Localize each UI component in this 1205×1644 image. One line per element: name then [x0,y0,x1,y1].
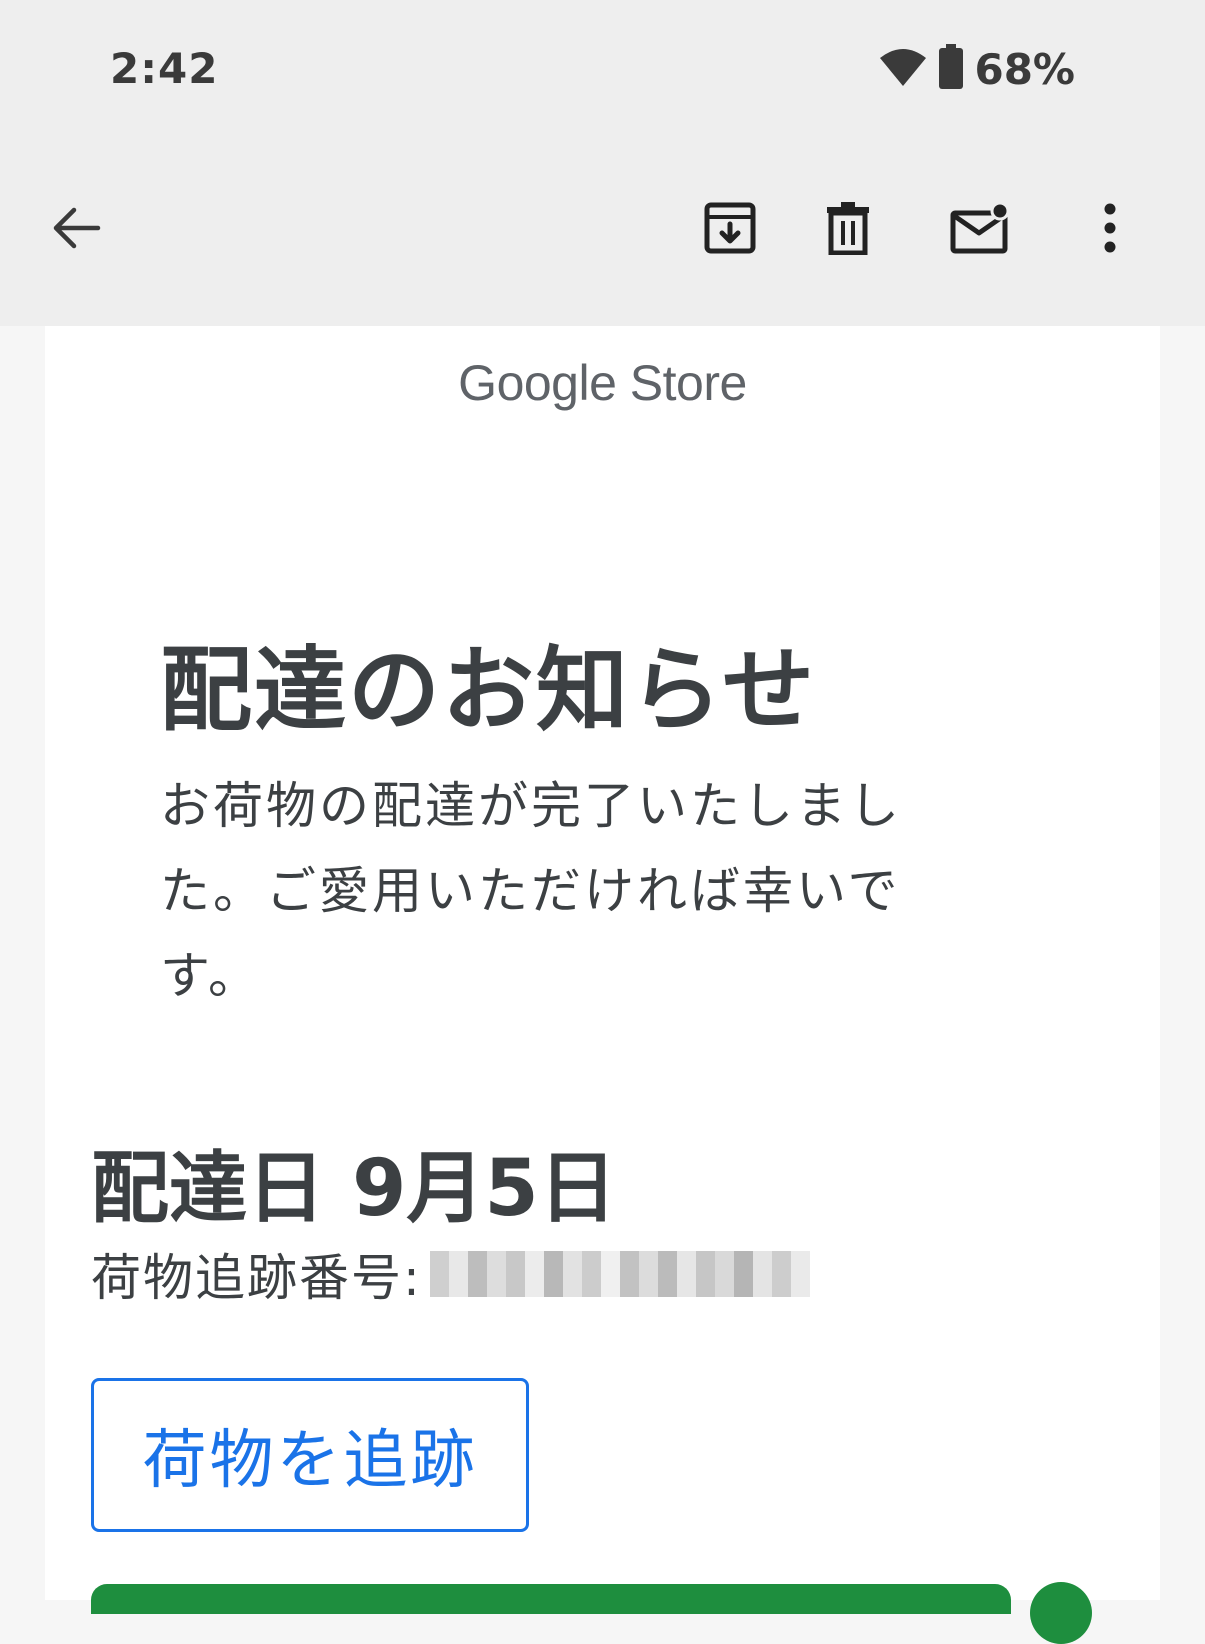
back-button[interactable] [36,190,116,270]
more-vert-icon [1102,203,1118,257]
more-options-button[interactable] [1070,190,1150,270]
status-time: 2:42 [110,44,219,93]
mark-unread-button[interactable] [940,190,1020,270]
track-package-button[interactable]: 荷物を追跡 [91,1378,529,1532]
status-bar: 2:42 68% [0,0,1205,150]
delete-icon [825,201,871,259]
back-arrow-icon [50,206,102,254]
google-store-logo: Google Store [458,355,747,411]
tracking-number-label: 荷物追跡番号: [91,1249,422,1307]
mark-unread-icon [950,201,1010,258]
notice-title: 配達のお知らせ [160,637,817,744]
notice-message: お荷物の配達が完了いたしました。ご愛用いただければ幸いです。 [160,777,902,1005]
email-toolbar [0,150,1205,326]
tracking-number-row: 荷物追跡番号: [91,1238,810,1310]
archive-icon [704,202,756,258]
battery-icon [938,44,964,94]
wifi-icon [878,46,928,92]
tracking-number-redacted [429,1251,810,1297]
delete-button[interactable] [808,190,888,270]
partial-green-circle [1030,1582,1092,1644]
battery-percent: 68% [974,44,1075,94]
email-body: Google Store 配達のお知らせ お荷物の配達が完了いたしました。ご愛用… [45,326,1160,1644]
delivery-date: 配達日 9月5日 [91,1144,617,1234]
status-indicators: 68% [878,44,1075,94]
archive-button[interactable] [690,190,770,270]
partial-green-button[interactable] [91,1584,1011,1614]
